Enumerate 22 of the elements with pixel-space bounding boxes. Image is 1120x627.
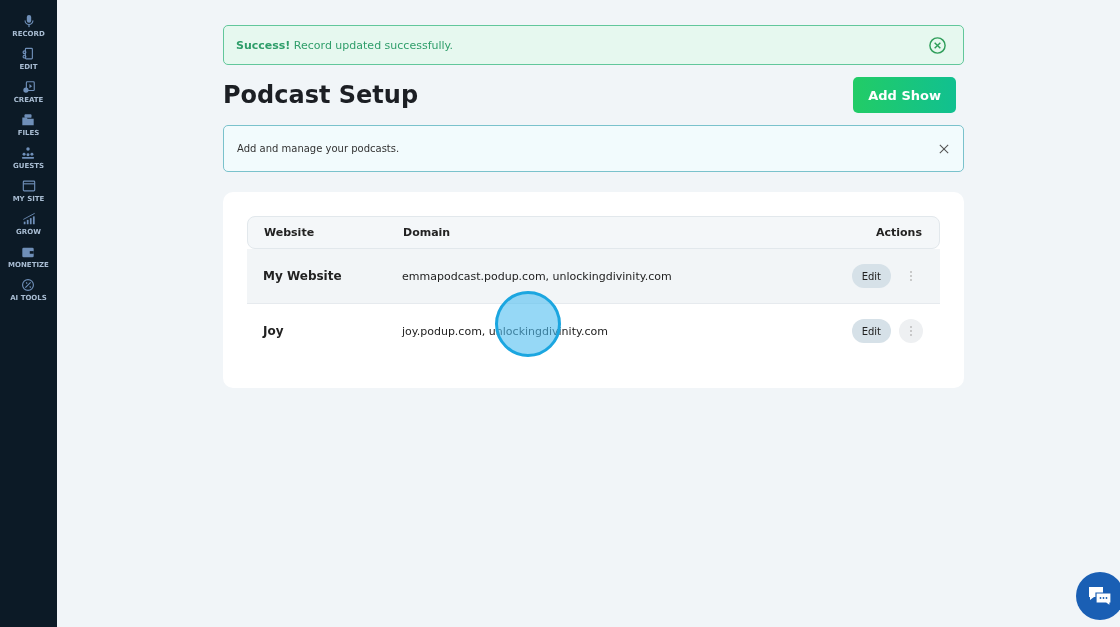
domain-text: emmapodcast.podup.com, unlockingdivinity.com xyxy=(402,269,673,283)
success-message: Success! Record updated successfully. xyxy=(236,38,454,52)
page-title: Podcast Setup xyxy=(223,81,419,109)
column-header: Website xyxy=(263,226,316,239)
wallet-icon xyxy=(21,245,36,259)
table-row[interactable]: My Website emmapodcast.podup.com, unlockingdivinity.com Edit xyxy=(247,249,940,304)
website-name: Joy xyxy=(261,324,285,338)
bar-chart-icon xyxy=(21,212,36,226)
edit-button[interactable]: Edit xyxy=(851,264,891,288)
website-name: My Website xyxy=(262,269,343,283)
document-icon xyxy=(21,47,36,61)
info-text: Add and manage your podcasts. xyxy=(237,143,400,154)
close-icon[interactable] xyxy=(928,35,947,55)
chat-bubble-button[interactable] xyxy=(1076,572,1120,620)
people-icon xyxy=(21,146,36,160)
edit-button[interactable]: Edit xyxy=(851,319,891,343)
column-header: Actions xyxy=(875,226,923,239)
close-icon[interactable] xyxy=(939,143,949,154)
folder-icon xyxy=(21,113,36,127)
browser-window-icon xyxy=(21,179,36,193)
play-file-icon xyxy=(21,80,36,94)
column-header: Domain xyxy=(403,226,452,239)
